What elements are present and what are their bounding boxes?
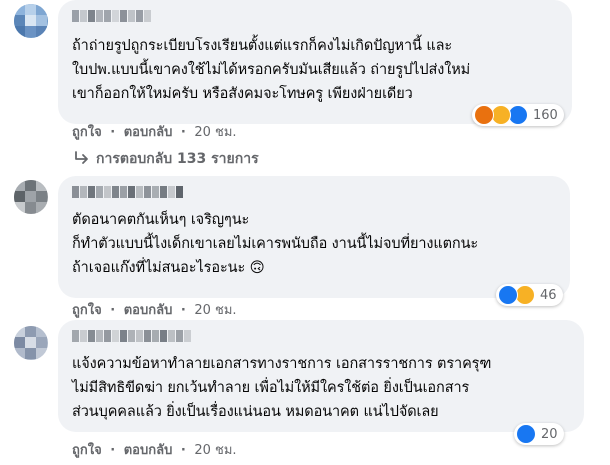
reply-link[interactable]: ตอบกลับ (124, 303, 173, 318)
comment-text-line: ส่วนบุคคลแล้ว ยิ่งเป็นเรื่องแน่นอน หมดอน… (72, 404, 439, 420)
reaction-count: 20 (541, 426, 558, 442)
separator: · (180, 303, 186, 318)
avatar[interactable] (14, 326, 48, 360)
separator: · (110, 443, 116, 458)
separator: · (180, 125, 186, 140)
avatar[interactable] (14, 4, 48, 38)
reply-arrow-icon (75, 151, 88, 164)
reaction-count: 46 (540, 287, 557, 303)
angry-reaction-icon (474, 105, 494, 125)
comment-actions: ถูกใจ · ตอบกลับ · 20 ชม. (72, 121, 237, 142)
comment-text-line: ไม่มีสิทธิขีดฆ่า ยกเว้นทำลาย เพื่อไม่ให้… (72, 380, 470, 396)
like-reaction-icon (516, 424, 536, 444)
like-reaction-icon (498, 285, 518, 305)
comment-text-line: แจ้งความข้อหาทำลายเอกสารทางราชการ เอกสาร… (72, 356, 492, 372)
comment-text-line: ตัดอนาคตกันเห็นๆ เจริญๆนะ (72, 212, 250, 228)
reaction-summary[interactable]: 160 (472, 104, 564, 126)
comment-bubble: แจ้งความข้อหาทำลายเอกสารทางราชการ เอกสาร… (58, 320, 584, 432)
like-link[interactable]: ถูกใจ (72, 125, 102, 140)
reaction-summary[interactable]: 46 (496, 284, 563, 306)
comment-actions: ถูกใจ · ตอบกลับ · 20 ชม. (72, 299, 237, 320)
reaction-summary[interactable]: 20 (514, 423, 564, 445)
comment-text-line: ถ้าเจอแก๊งที่ไม่สนอะไรอะนะ 🙃 (72, 260, 265, 276)
separator: · (180, 443, 186, 458)
reply-link[interactable]: ตอบกลับ (124, 443, 173, 458)
like-link[interactable]: ถูกใจ (72, 443, 102, 458)
reply-link[interactable]: ตอบกลับ (124, 125, 173, 140)
comment-bubble: ตัดอนาคตกันเห็นๆ เจริญๆนะ ก็ทำตัวแบบนี้ไ… (58, 176, 570, 298)
separator: · (110, 303, 116, 318)
comment-timestamp[interactable]: 20 ชม. (194, 443, 236, 458)
comment-text-line: ถ้าถ่ายรูปถูกระเบียบโรงเรียนตั้งแต่แรกก็… (72, 38, 453, 54)
reaction-count: 160 (533, 107, 558, 123)
haha-reaction-icon (515, 285, 535, 305)
like-reaction-icon (508, 105, 528, 125)
author-name-redacted[interactable] (72, 186, 184, 198)
like-link[interactable]: ถูกใจ (72, 303, 102, 318)
comment-text-line: ใบปพ.แบบนี้เขาคงใช้ไม่ได้หรอกครับมันเสีย… (72, 62, 471, 78)
replies-count-label: การตอบกลับ 133 รายการ (96, 151, 259, 167)
haha-reaction-icon (491, 105, 511, 125)
comment-timestamp[interactable]: 20 ชม. (194, 125, 236, 140)
comment-text-line: ก็ทำตัวแบบนี้ไงเด็กเขาเลยไม่เคารพนับถือ … (72, 236, 479, 252)
author-name-redacted[interactable] (72, 330, 192, 342)
separator: · (110, 125, 116, 140)
comment-text-line: เขาก็ออกให้ใหม่ครับ หรือสังคมจะโทษครู เพ… (72, 86, 413, 102)
comment-actions: ถูกใจ · ตอบกลับ · 20 ชม. (72, 439, 237, 460)
author-name-redacted[interactable] (72, 10, 152, 22)
view-replies-link[interactable]: การตอบกลับ 133 รายการ (74, 148, 259, 170)
avatar[interactable] (14, 180, 48, 214)
comment-timestamp[interactable]: 20 ชม. (194, 303, 236, 318)
